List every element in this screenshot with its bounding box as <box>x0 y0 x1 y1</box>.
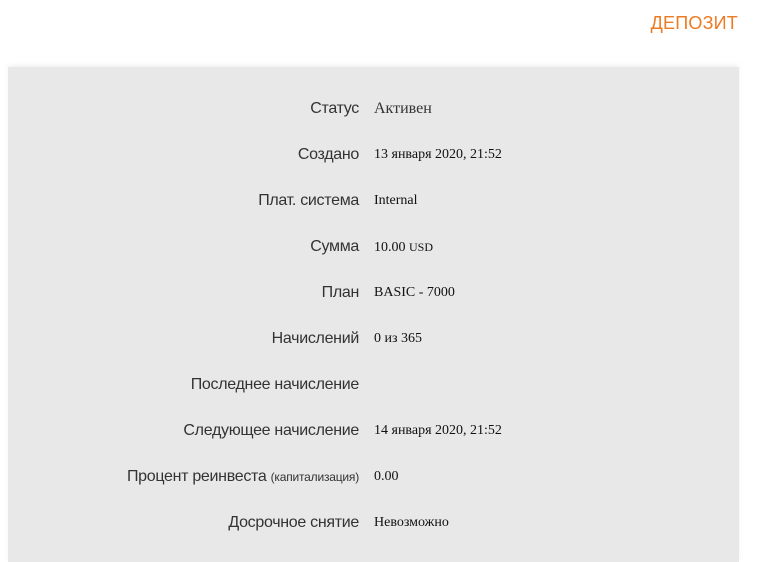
detail-label: Статус <box>310 100 359 117</box>
detail-row-early-withdrawal: Досрочное снятие Невозможно <box>8 500 739 546</box>
page: ДЕПОЗИТ Статус Активен Создано 13 января… <box>0 0 781 562</box>
detail-row-amount: Сумма 10.00 USD <box>8 224 739 270</box>
detail-label: Следующее начисление <box>183 422 359 439</box>
detail-row-last-accrual: Последнее начисление <box>8 362 739 408</box>
amount-number: 10.00 <box>374 240 406 255</box>
detail-label: Создано <box>297 146 359 163</box>
amount-currency: USD <box>409 240 434 254</box>
status-value: Активен <box>374 100 432 117</box>
deposit-details-panel: Статус Активен Создано 13 января 2020, 2… <box>8 67 739 562</box>
reinvest-label-note: (капитализация) <box>270 470 360 484</box>
detail-row-plan: План BASIC - 7000 <box>8 270 739 316</box>
detail-label: Плат. система <box>258 192 359 209</box>
detail-row-created: Создано 13 января 2020, 21:52 <box>8 132 739 178</box>
reinvest-label: Процент реинвеста <box>126 468 267 485</box>
detail-row-accruals: Начислений 0 из 365 <box>8 316 739 362</box>
detail-label: Досрочное снятие <box>228 514 359 531</box>
payment-system-value: Internal <box>374 193 418 208</box>
detail-row-status: Статус Активен <box>8 86 739 132</box>
page-title: ДЕПОЗИТ <box>650 13 738 33</box>
early-withdrawal-value: Невозможно <box>374 515 449 530</box>
detail-row-next-accrual: Следующее начисление 14 января 2020, 21:… <box>8 408 739 454</box>
reinvest-percent-value: 0.00 <box>374 469 399 484</box>
amount-value: 10.00 USD <box>374 224 433 270</box>
detail-row-payment-system: Плат. система Internal <box>8 178 739 224</box>
detail-label: Начислений <box>271 330 360 347</box>
detail-label: План <box>321 284 360 301</box>
detail-label: Сумма <box>310 238 359 255</box>
detail-label: Последнее начисление <box>190 376 360 393</box>
plan-value: BASIC - 7000 <box>374 285 455 300</box>
created-value: 13 января 2020, 21:52 <box>374 147 502 162</box>
detail-row-reinvest-percent: Процент реинвеста (капитализация) 0.00 <box>8 454 739 500</box>
detail-label: Процент реинвеста (капитализация) <box>127 454 359 500</box>
accruals-value: 0 из 365 <box>374 331 423 346</box>
next-accrual-value: 14 января 2020, 21:52 <box>374 423 502 438</box>
